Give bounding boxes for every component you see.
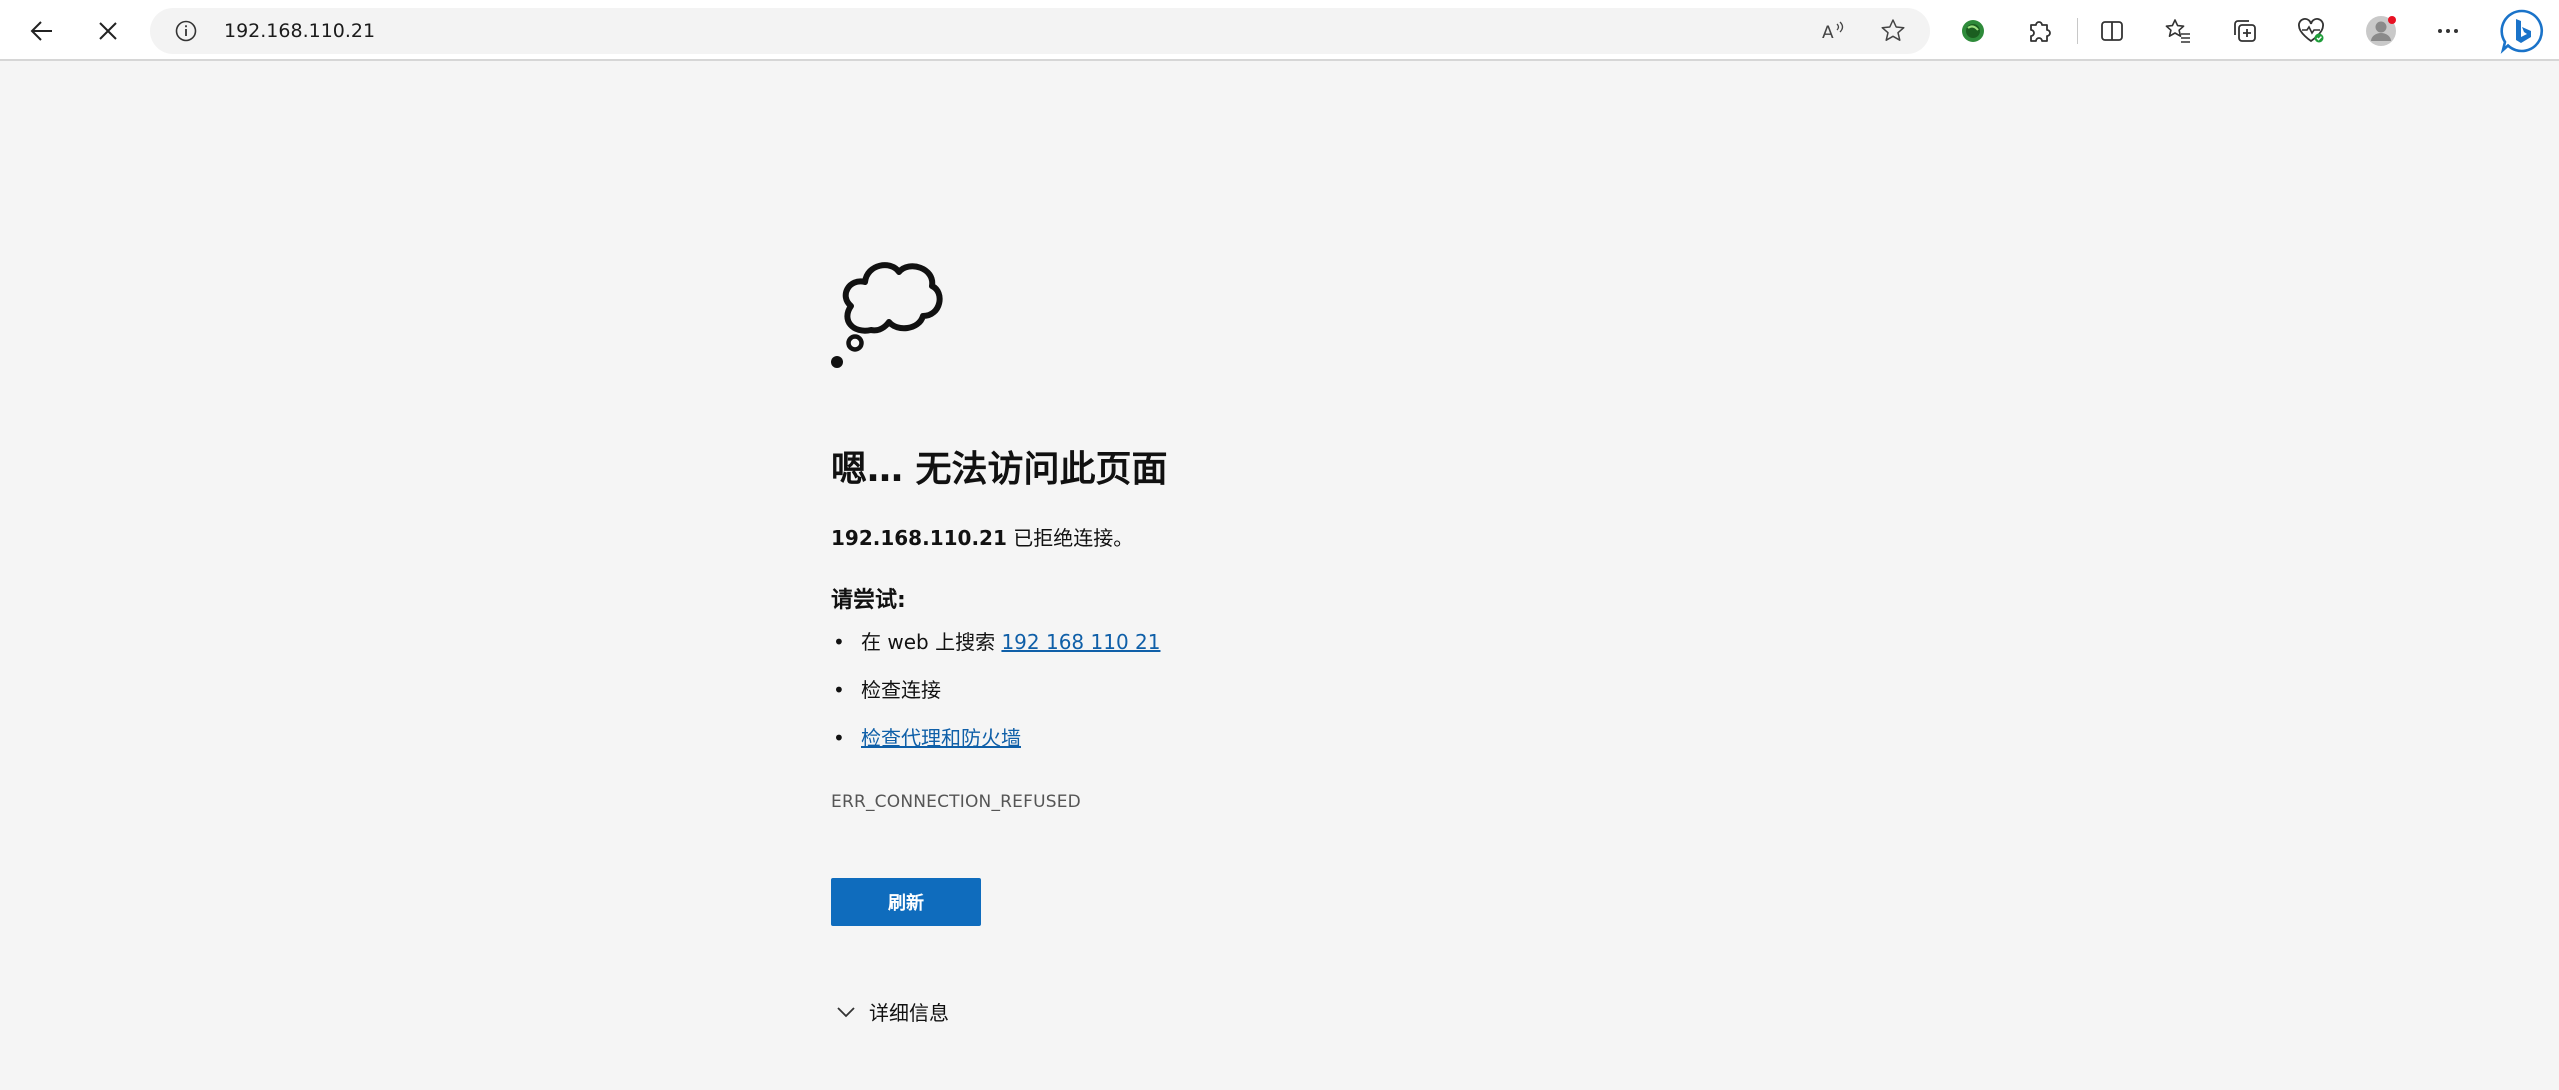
back-arrow-icon[interactable] [22,11,62,51]
refused-text: 已拒绝连接。 [1006,526,1134,550]
search-web-link[interactable]: 192 168 110 21 [1001,630,1160,654]
split-screen-icon[interactable] [2092,11,2132,51]
extensions-icon[interactable] [2019,11,2059,51]
bullet: • [833,630,845,654]
check-connection-text: 检查连接 [861,678,941,702]
suggestion-check-connection: • 检查连接 [831,678,1160,726]
error-host: 192.168.110.21 [831,526,1007,550]
bing-copilot-icon[interactable] [2498,7,2546,55]
refresh-button[interactable]: 刷新 [831,878,981,926]
try-label: 请尝试: [831,588,906,613]
error-headline: 嗯… 无法访问此页面 [831,449,1168,490]
check-proxy-link[interactable]: 检查代理和防火墙 [861,726,1021,750]
suggestion-list: • 在 web 上搜索 192 168 110 21 • 检查连接 • 检查代理和防火… [831,630,1160,774]
thought-cloud-icon [831,262,943,368]
suggestion-check-proxy: • 检查代理和防火墙 [831,726,1160,774]
more-options-icon[interactable] [2428,11,2468,51]
read-aloud-icon[interactable]: A [1820,18,1846,44]
stop-loading-icon[interactable] [88,11,128,51]
collections-icon[interactable] [2225,11,2265,51]
chevron-down-icon [837,1006,855,1017]
extension-green-icon[interactable] [1953,11,1993,51]
bullet: • [833,678,845,702]
favorites-icon[interactable] [2158,11,2198,51]
details-toggle[interactable]: 详细信息 [835,997,949,1026]
error-code: ERR_CONNECTION_REFUSED [831,792,1081,812]
profile-avatar-icon[interactable] [2361,11,2401,51]
search-prefix: 在 web 上搜索 [861,630,1002,654]
browser-toolbar: 192.168.110.21 A [0,0,2559,61]
add-favorite-icon[interactable] [1880,18,1906,44]
bullet: • [833,726,845,750]
address-url[interactable]: 192.168.110.21 [224,20,375,42]
site-info-icon[interactable] [174,19,198,43]
toolbar-divider [2077,18,2078,44]
svg-text:A: A [1822,23,1834,43]
details-label: 详细信息 [869,1001,949,1025]
address-bar[interactable]: 192.168.110.21 A [150,8,1930,54]
error-message: 192.168.110.21 已拒绝连接。 [831,522,1133,551]
browser-essentials-icon[interactable] [2291,11,2331,51]
suggestion-search: • 在 web 上搜索 192 168 110 21 [831,630,1160,678]
